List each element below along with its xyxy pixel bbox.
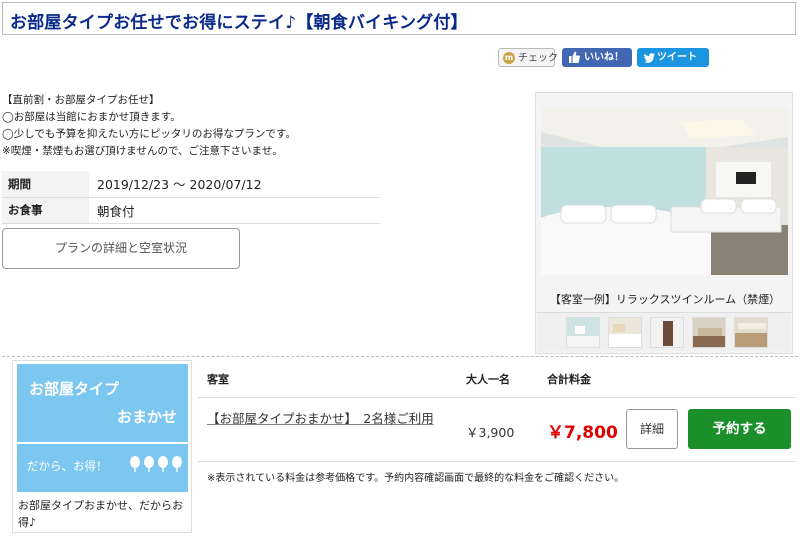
- tweet-label: ツイート: [657, 52, 697, 63]
- like-label: いいね！: [584, 52, 624, 63]
- tree-icons: [130, 456, 182, 472]
- room-photo[interactable]: [541, 107, 788, 275]
- thumbnail[interactable]: [692, 317, 726, 348]
- meal-value: 朝食付: [89, 197, 380, 224]
- room-name-link[interactable]: 【お部屋タイプおまかせ】 2名様ご利用: [207, 404, 447, 433]
- thumbnail-strip: [537, 312, 791, 351]
- total-price: ￥7,800: [547, 423, 618, 443]
- plan-description: 【直前割・お部屋タイプお任せ】 ◯お部屋は当館におまかせ頂きます。 ◯少しでも予…: [2, 92, 296, 160]
- room-type-caption: お部屋タイプおまかせ、だからお得♪: [18, 499, 183, 529]
- room-image-line1: お部屋タイプ: [29, 380, 120, 398]
- like-button[interactable]: いいね！: [562, 48, 632, 67]
- thumbnail[interactable]: [608, 317, 642, 348]
- plan-title: お部屋タイプお任せでお得にステイ♪【朝食バイキング付】: [10, 13, 468, 33]
- book-button[interactable]: 予約する: [688, 409, 791, 449]
- plan-title-bar: お部屋タイプお任せでお得にステイ♪【朝食バイキング付】: [2, 2, 796, 35]
- room-image-line3: だから、お得！: [27, 459, 108, 473]
- meal-label: お食事: [2, 197, 89, 224]
- room-image-divider: [17, 442, 188, 444]
- check-label: チェック: [518, 53, 558, 64]
- thumbnail[interactable]: [566, 317, 600, 348]
- thumbs-up-icon: [569, 51, 580, 63]
- description-line: ◯少しでも予算を抑えたい方にピッタリのお得なプランです。: [2, 128, 296, 140]
- meal-row: お食事 朝食付: [2, 197, 380, 224]
- description-line: ◯お部屋は当館におまかせ頂きます。: [2, 111, 181, 123]
- thumbnail[interactable]: [650, 317, 684, 348]
- check-button[interactable]: m チェック: [498, 48, 558, 67]
- mixi-check-icon: m: [503, 52, 515, 64]
- table-rule: [198, 397, 796, 398]
- description-line: 【直前割・お部屋タイプお任せ】: [2, 94, 160, 106]
- period-value: 2019/12/23 〜 2020/07/12: [89, 171, 380, 198]
- section-divider: [2, 356, 798, 357]
- room-type-image[interactable]: お部屋タイプ おまかせ だから、お得！: [17, 364, 188, 492]
- description-line: ※喫煙・禁煙もお選び頂けませんので、ご注意下さいませ。: [2, 145, 283, 157]
- detail-button[interactable]: 詳細: [626, 409, 678, 449]
- col-total-price: 合計料金: [547, 373, 591, 386]
- room-name: 【お部屋タイプおまかせ】 2名様ご利用: [207, 411, 434, 426]
- plan-details-button[interactable]: プランの詳細と空室状況: [2, 228, 240, 269]
- room-image-line2: おまかせ: [117, 408, 178, 426]
- twitter-bird-icon: [644, 53, 655, 63]
- plan-info-table: 期間 2019/12/23 〜 2020/07/12 お食事 朝食付: [2, 171, 380, 224]
- period-row: 期間 2019/12/23 〜 2020/07/12: [2, 171, 380, 198]
- room-type-card: お部屋タイプ おまかせ だから、お得！ お部屋タイプおまかせ、だからお得♪: [12, 360, 192, 533]
- col-room: 客室: [207, 373, 229, 386]
- tweet-button[interactable]: ツイート: [637, 48, 709, 67]
- thumbnail[interactable]: [734, 317, 768, 348]
- room-photo-gallery: 【客室一例】リラックスツインルーム（禁煙）: [535, 92, 793, 354]
- period-label: 期間: [2, 171, 89, 198]
- room-photo-caption: 【客室一例】リラックスツインルーム（禁煙）: [549, 293, 781, 306]
- adult-price: ￥3,900: [466, 425, 515, 440]
- price-note: ※表示されている料金は参考価格です。予約内容確認画面で最終的な料金をご確認くださ…: [207, 473, 625, 484]
- col-adult-price: 大人一名: [466, 373, 510, 386]
- table-rule: [198, 461, 796, 462]
